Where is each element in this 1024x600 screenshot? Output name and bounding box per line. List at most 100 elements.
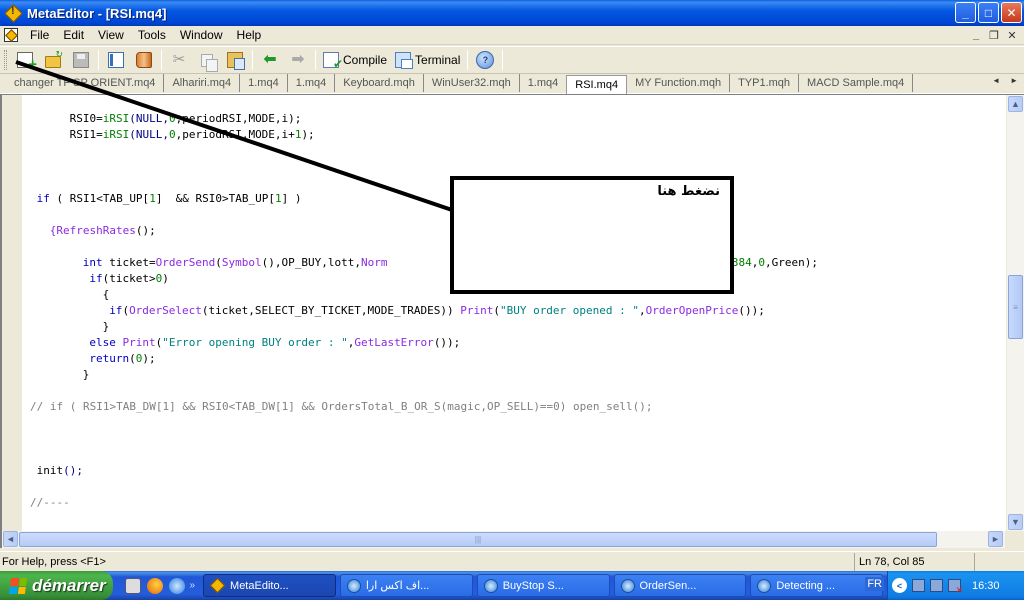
start-button[interactable]: démarrer <box>0 571 114 600</box>
quick-launch-more-icon[interactable]: » <box>189 580 195 591</box>
menu-help[interactable]: Help <box>231 28 270 42</box>
tab-scroll-left-icon[interactable]: ◄ <box>992 76 1000 85</box>
navigator-button[interactable] <box>104 48 128 72</box>
doc-restore-button[interactable]: ❐ <box>986 27 1002 43</box>
network-icon[interactable] <box>912 579 925 592</box>
code-token: ( <box>129 352 136 365</box>
tab-my-function[interactable]: MY Function.mqh <box>627 74 731 92</box>
tab-macd-sample[interactable]: MACD Sample.mq4 <box>799 74 914 92</box>
window-title: MetaEditor - [RSI.mq4] <box>27 5 167 21</box>
menu-view[interactable]: View <box>92 28 132 42</box>
scroll-down-button[interactable]: ▼ <box>1008 514 1023 530</box>
outlook-icon[interactable] <box>125 577 142 594</box>
code-token: ) <box>162 272 169 285</box>
task-ie-arabic[interactable]: ...اف اكس ارا <box>339 574 473 597</box>
tab-1-mq4[interactable]: 1.mq4 <box>288 74 336 92</box>
vertical-scroll-thumb[interactable]: ≡ <box>1008 275 1023 339</box>
status-help-text: For Help, press <F1> <box>2 555 106 568</box>
tab-changer-tf[interactable]: changer TF SP ORIENT.mq4 <box>0 74 165 92</box>
status-bar: For Help, press <F1> Ln 78, Col 85 <box>0 551 1024 571</box>
code-token: OrderOpenPrice <box>645 304 739 317</box>
copy-button[interactable] <box>195 48 219 72</box>
task-ie-buystop[interactable]: BuyStop S... <box>476 574 610 597</box>
code-token: ( <box>215 256 222 269</box>
code-line: else Print("Error opening BUY order : ",… <box>89 335 460 351</box>
code-area[interactable]: RSI0=iRSI(NULL,0,periodRSI,MODE,i); RSI1=… <box>22 95 1006 531</box>
cut-button[interactable]: ✂ <box>167 48 191 72</box>
tab-keyboard[interactable]: Keyboard.mqh <box>335 74 424 92</box>
ie-icon <box>483 578 498 593</box>
redo-button[interactable]: ➡ <box>286 48 310 72</box>
code-line: //---- <box>30 495 70 511</box>
code-token: = <box>96 128 103 141</box>
menu-window[interactable]: Window <box>174 28 231 42</box>
menu-tools[interactable]: Tools <box>132 28 174 42</box>
document-icon[interactable] <box>4 28 18 42</box>
code-token: iRSI <box>102 112 130 125</box>
code-token: = <box>96 112 103 125</box>
scroll-left-button[interactable]: ◄ <box>3 531 18 547</box>
code-token: 1 <box>275 192 282 205</box>
doc-minimize-button[interactable]: _ <box>968 27 984 43</box>
firefox-icon[interactable] <box>147 577 164 594</box>
new-file-button[interactable] <box>13 48 37 73</box>
code-token: init <box>36 464 64 477</box>
code-token: OrderSelect <box>129 304 202 317</box>
toolbox-button[interactable] <box>132 48 156 72</box>
horizontal-scrollbar[interactable]: ◄ ||| ► <box>2 531 1007 548</box>
menu-file[interactable]: File <box>24 28 57 42</box>
start-label: démarrer <box>32 575 106 595</box>
wireless-icon[interactable] <box>930 579 943 592</box>
open-button[interactable] <box>41 48 65 72</box>
navigator-icon <box>108 52 124 68</box>
maximize-button[interactable]: □ <box>978 2 999 23</box>
paste-button[interactable] <box>223 48 247 72</box>
code-line: RSI0=iRSI(NULL,0,periodRSI,MODE,i); <box>70 111 302 127</box>
vertical-scrollbar[interactable]: ▲ ≡ ▼ <box>1007 95 1024 531</box>
network-disconnected-icon[interactable] <box>948 579 963 596</box>
compile-button[interactable]: Compile <box>321 48 389 72</box>
scrollbar-corner <box>1005 531 1024 548</box>
code-token: 0 <box>168 112 176 125</box>
horizontal-scroll-thumb[interactable]: ||| <box>19 532 937 547</box>
tab-1-mq4[interactable]: 1.mq4 <box>240 74 288 92</box>
toolbar-grip[interactable] <box>4 50 7 70</box>
task-ie-detecting[interactable]: Detecting ... <box>750 574 884 597</box>
code-token: int <box>82 256 103 269</box>
cursor-position: Ln 78, Col 85 <box>854 552 974 571</box>
minimize-button[interactable]: _ <box>955 2 976 23</box>
close-button[interactable]: ✕ <box>1001 2 1022 23</box>
ie-icon[interactable] <box>169 577 186 594</box>
file-tabs: changer TF SP ORIENT.mq4 Alhariri.mq4 1.… <box>0 74 1024 94</box>
scroll-up-button[interactable]: ▲ <box>1008 96 1023 112</box>
annotation-box: نضغط هنا <box>450 176 734 294</box>
code-token: ); <box>301 128 315 141</box>
code-token: OrderSend <box>155 256 216 269</box>
tray-expand-icon[interactable]: < <box>892 578 907 593</box>
menu-edit[interactable]: Edit <box>57 28 92 42</box>
doc-close-button[interactable]: ✕ <box>1004 27 1020 43</box>
task-label: Detecting ... <box>776 579 836 592</box>
tab-typ1[interactable]: TYP1.mqh <box>730 74 800 92</box>
scroll-right-button[interactable]: ► <box>988 531 1003 547</box>
code-token: "BUY order opened : " <box>499 304 640 317</box>
code-token: return <box>89 352 130 365</box>
help-button[interactable]: ? <box>473 48 497 72</box>
tab-rsi[interactable]: RSI.mq4 <box>566 75 628 94</box>
code-line: init(); <box>37 463 83 479</box>
tab-1-mq4[interactable]: 1.mq4 <box>520 74 567 92</box>
quick-launch <box>125 577 186 594</box>
language-indicator[interactable]: FR <box>865 577 884 591</box>
terminal-button[interactable]: Terminal <box>393 48 462 72</box>
code-token: (NULL, <box>129 128 169 141</box>
tab-winuser32[interactable]: WinUser32.mqh <box>424 74 520 92</box>
task-metaeditor[interactable]: MetaEdito... <box>203 574 336 597</box>
tab-scroll-right-icon[interactable]: ► <box>1010 76 1018 85</box>
tab-alhariri[interactable]: Alhariri.mq4 <box>164 74 241 92</box>
undo-button[interactable]: ⬅ <box>258 48 282 72</box>
resize-grip[interactable] <box>974 552 1024 571</box>
save-button[interactable] <box>69 48 93 72</box>
task-ie-ordersend[interactable]: OrderSen... <box>613 574 747 597</box>
code-token: ticket= <box>102 256 156 269</box>
clock[interactable]: 16:30 <box>972 580 1000 592</box>
